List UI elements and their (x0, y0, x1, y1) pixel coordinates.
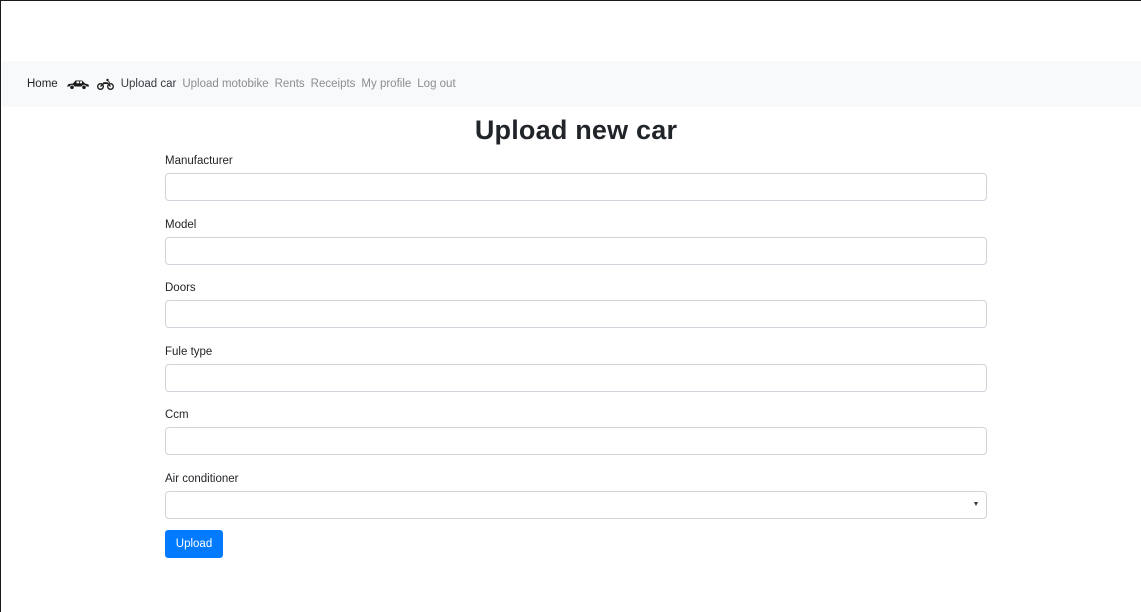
nav-my-profile-link[interactable]: My profile (361, 78, 411, 90)
air-conditioner-select[interactable] (165, 491, 987, 519)
nav-upload-motobike-link[interactable]: Upload motobike (182, 78, 268, 90)
ccm-group: Ccm (165, 408, 987, 455)
app-frame: Home Upload car Upload motobike Rents Re… (0, 0, 1141, 612)
ccm-label: Ccm (165, 409, 189, 421)
model-label: Model (165, 219, 197, 231)
fuel-type-label: Fule type (165, 346, 213, 358)
doors-group: Doors (165, 281, 987, 328)
nav-log-out-link[interactable]: Log out (417, 78, 455, 90)
manufacturer-input[interactable] (165, 173, 987, 201)
air-conditioner-label: Air conditioner (165, 473, 239, 485)
page-title: Upload new car (474, 115, 678, 145)
model-group: Model (165, 218, 987, 265)
manufacturer-label: Manufacturer (165, 155, 233, 167)
ccm-input[interactable] (165, 427, 987, 455)
car-icon[interactable] (66, 79, 90, 90)
nav-receipts-link[interactable]: Receipts (311, 78, 356, 90)
nav-rents-link[interactable]: Rents (275, 78, 305, 90)
manufacturer-group: Manufacturer (165, 154, 987, 201)
motorbike-icon[interactable] (96, 78, 114, 90)
air-conditioner-group: Air conditioner (165, 472, 987, 519)
doors-input[interactable] (165, 300, 987, 328)
nav-home-link[interactable]: Home (27, 78, 58, 90)
fuel-type-group: Fule type (165, 345, 987, 392)
upload-button[interactable]: Upload (165, 530, 223, 558)
model-input[interactable] (165, 237, 987, 265)
caret-down-icon (974, 502, 978, 506)
fuel-type-input[interactable] (165, 364, 987, 392)
top-navbar: Home Upload car Upload motobike Rents Re… (2, 61, 1141, 107)
doors-label: Doors (165, 282, 196, 294)
nav-upload-car-link[interactable]: Upload car (121, 78, 177, 90)
